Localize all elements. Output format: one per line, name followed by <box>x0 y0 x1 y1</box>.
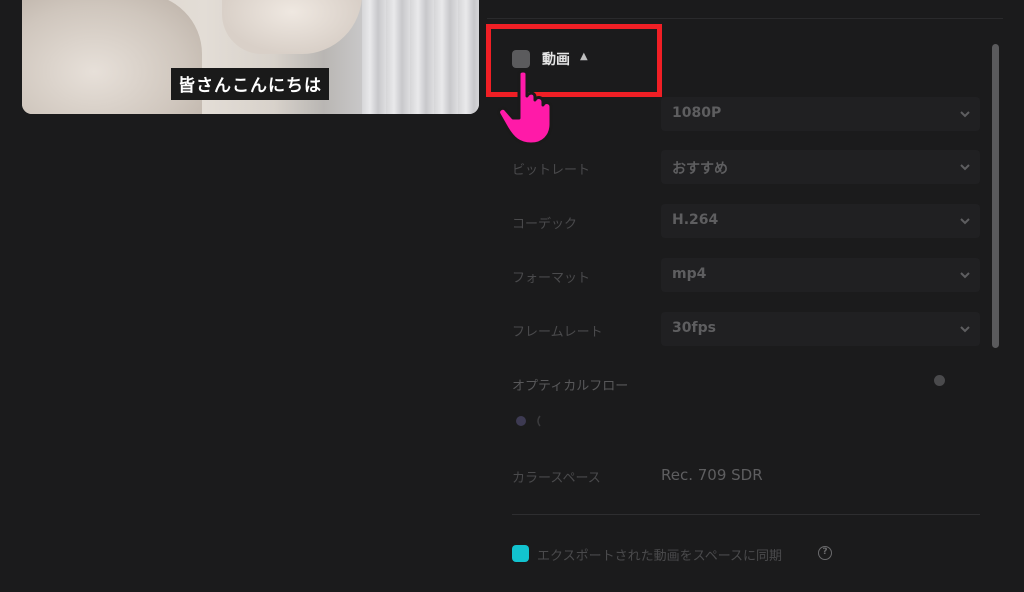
color-space-label: カラースペース <box>512 471 601 486</box>
chevron-down-icon <box>960 218 970 225</box>
chevron-down-icon <box>960 111 970 118</box>
export-settings-screen: 皆さんこんにちは 動画 ▲ 1080P ビットレート おすすめ コーデック H.… <box>0 0 1024 592</box>
preview-subtitle: 皆さんこんにちは <box>171 68 329 100</box>
framerate-value: 30fps <box>672 320 716 336</box>
format-select[interactable]: mp4 <box>661 258 980 292</box>
preview-curtain <box>362 0 479 114</box>
framerate-label: フレームレート <box>512 325 603 340</box>
bitrate-label: ビットレート <box>512 163 591 178</box>
sync-space-label[interactable]: エクスポートされた動画をスペースに同期 <box>537 545 782 564</box>
resolution-value: 1080P <box>672 105 722 121</box>
panel-top-divider <box>487 18 1003 19</box>
format-label: フォーマット <box>512 271 591 286</box>
optical-flow-toggle[interactable] <box>934 375 945 386</box>
chevron-down-icon <box>960 164 970 171</box>
codec-value: H.264 <box>672 212 719 228</box>
help-icon[interactable]: ? <box>818 546 832 560</box>
color-space-value: Rec. 709 SDR <box>661 466 763 484</box>
codec-label: コーデック <box>512 217 578 232</box>
magic-sparkle-icon <box>516 415 541 427</box>
hand-pointer-icon <box>497 70 553 146</box>
framerate-select[interactable]: 30fps <box>661 312 980 346</box>
chevron-down-icon <box>960 326 970 333</box>
sync-space-checkbox[interactable] <box>512 545 529 562</box>
bitrate-select[interactable]: おすすめ <box>661 150 980 184</box>
format-value: mp4 <box>672 266 707 282</box>
scrollbar-thumb[interactable] <box>992 44 999 348</box>
codec-select[interactable]: H.264 <box>661 204 980 238</box>
optical-flow-label: オプティカルフロー <box>512 379 629 394</box>
resolution-select[interactable]: 1080P <box>661 97 980 131</box>
preview-person-hand <box>222 0 362 54</box>
chevron-down-icon <box>960 272 970 279</box>
bitrate-value: おすすめ <box>672 161 728 177</box>
section-divider <box>512 514 980 515</box>
